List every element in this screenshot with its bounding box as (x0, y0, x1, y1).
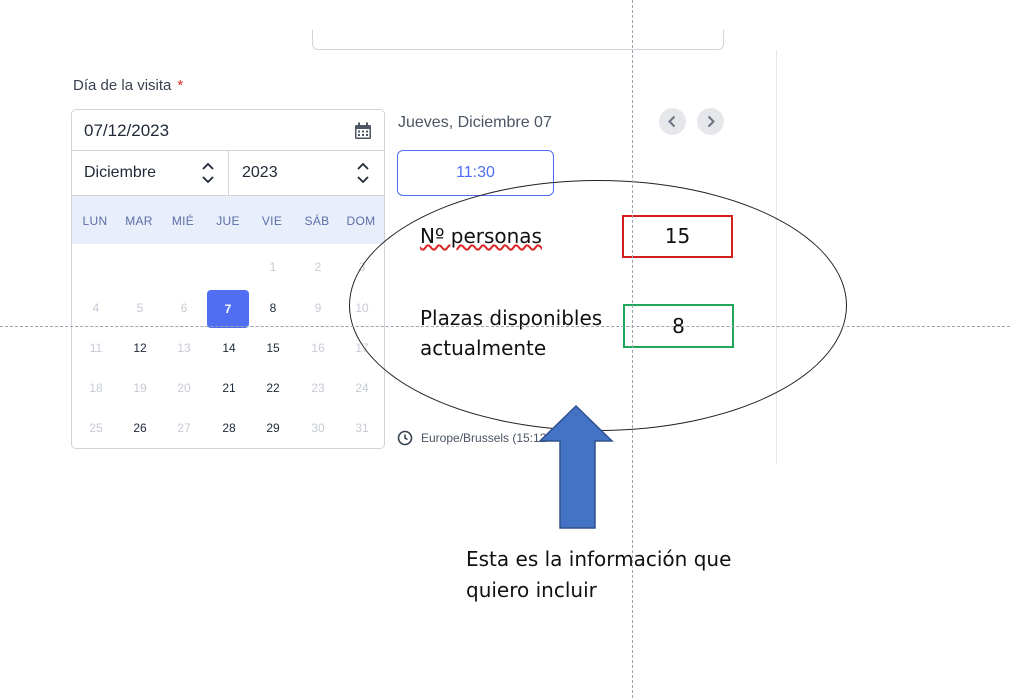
annotation-caption: Esta es la información que quiero inclui… (466, 547, 732, 602)
personas-value-box: 15 (622, 215, 733, 258)
calendar-day: 1 (269, 260, 277, 274)
calendar-day: 11 (89, 341, 103, 355)
weekday-label: SÁB (304, 214, 330, 228)
weekday-label: JUE (216, 214, 240, 228)
date-input[interactable]: 07/12/2023 (72, 110, 384, 151)
calendar-day: 24 (355, 381, 369, 395)
selected-day-heading: Jueves, Diciembre 07 (398, 114, 552, 131)
weekday-label: LUN (82, 214, 108, 228)
chevron-up-down-icon (202, 162, 214, 184)
weekday-label: MIÉ (171, 214, 195, 228)
personas-label: Nº personas (420, 224, 542, 248)
calendar-day[interactable]: 21 (207, 369, 251, 407)
plazas-label: Plazas disponibles actualmente (420, 306, 603, 360)
vertical-guide-line (632, 0, 633, 698)
calendar-day[interactable]: 8 (251, 289, 295, 327)
weekday-label: VIE (261, 214, 283, 228)
weekday-label: MAR (125, 214, 153, 228)
month-select[interactable]: Diciembre (72, 151, 229, 195)
personas-label-text: Nº personas (420, 224, 542, 248)
calendar-day: 2 (314, 260, 322, 274)
calendar-day: 18 (89, 381, 103, 395)
weekday-header: LUN MAR MIÉ JUE VIE SÁB DOM (72, 196, 384, 244)
visit-date-label-text: Día de la visita (73, 77, 172, 94)
month-year-selects: Diciembre 2023 (72, 151, 384, 196)
date-picker: 07/12/2023 Diciembre 2023 LUN MAR MIÉ JU… (71, 109, 385, 449)
year-select-value: 2023 (242, 164, 278, 181)
calendar-day: 23 (311, 381, 325, 395)
weekday-label: DOM (346, 214, 376, 228)
clock-icon (397, 430, 413, 446)
date-input-value: 07/12/2023 (84, 121, 170, 140)
calendar-day[interactable]: 12 (118, 329, 162, 367)
visit-date-label: Día de la visita * (73, 77, 183, 94)
calendar-day[interactable]: 14 (207, 329, 251, 367)
calendar-day: 9 (314, 301, 322, 315)
horizontal-guide-line (0, 326, 1010, 327)
calendar-day: 16 (311, 341, 325, 355)
calendar-day[interactable]: 28 (207, 409, 251, 447)
calendar-day[interactable]: 29 (251, 409, 295, 447)
calendar-day: 31 (355, 421, 369, 435)
calendar-day: 27 (177, 421, 191, 435)
up-arrow-annotation (538, 404, 614, 529)
required-asterisk: * (177, 77, 184, 94)
calendar-day[interactable]: 26 (118, 409, 162, 447)
calendar-day-selected[interactable]: 7 (207, 290, 249, 328)
calendar-day[interactable]: 22 (251, 369, 295, 407)
calendar-day: 5 (136, 301, 144, 315)
calendar-day: 4 (92, 301, 100, 315)
calendar-day: 20 (177, 381, 191, 395)
month-select-value: Diciembre (84, 164, 157, 181)
chevron-left-icon (668, 115, 676, 128)
calendar-day: 19 (133, 381, 147, 395)
chevron-right-icon (707, 115, 715, 128)
calendar-icon[interactable] (354, 122, 372, 140)
calendar-day: 6 (180, 301, 188, 315)
next-day-button[interactable] (697, 108, 724, 135)
calendar-day: 30 (311, 421, 325, 435)
calendar-day: 25 (89, 421, 103, 435)
chevron-up-down-icon (357, 162, 369, 184)
year-select[interactable]: 2023 (229, 151, 384, 195)
calendar-day[interactable]: 15 (251, 329, 295, 367)
prev-day-button[interactable] (659, 108, 686, 135)
timezone-text: Europe/Brussels (15:12 (421, 431, 547, 445)
previous-field-input[interactable] (312, 30, 724, 50)
calendar-day: 13 (177, 341, 191, 355)
